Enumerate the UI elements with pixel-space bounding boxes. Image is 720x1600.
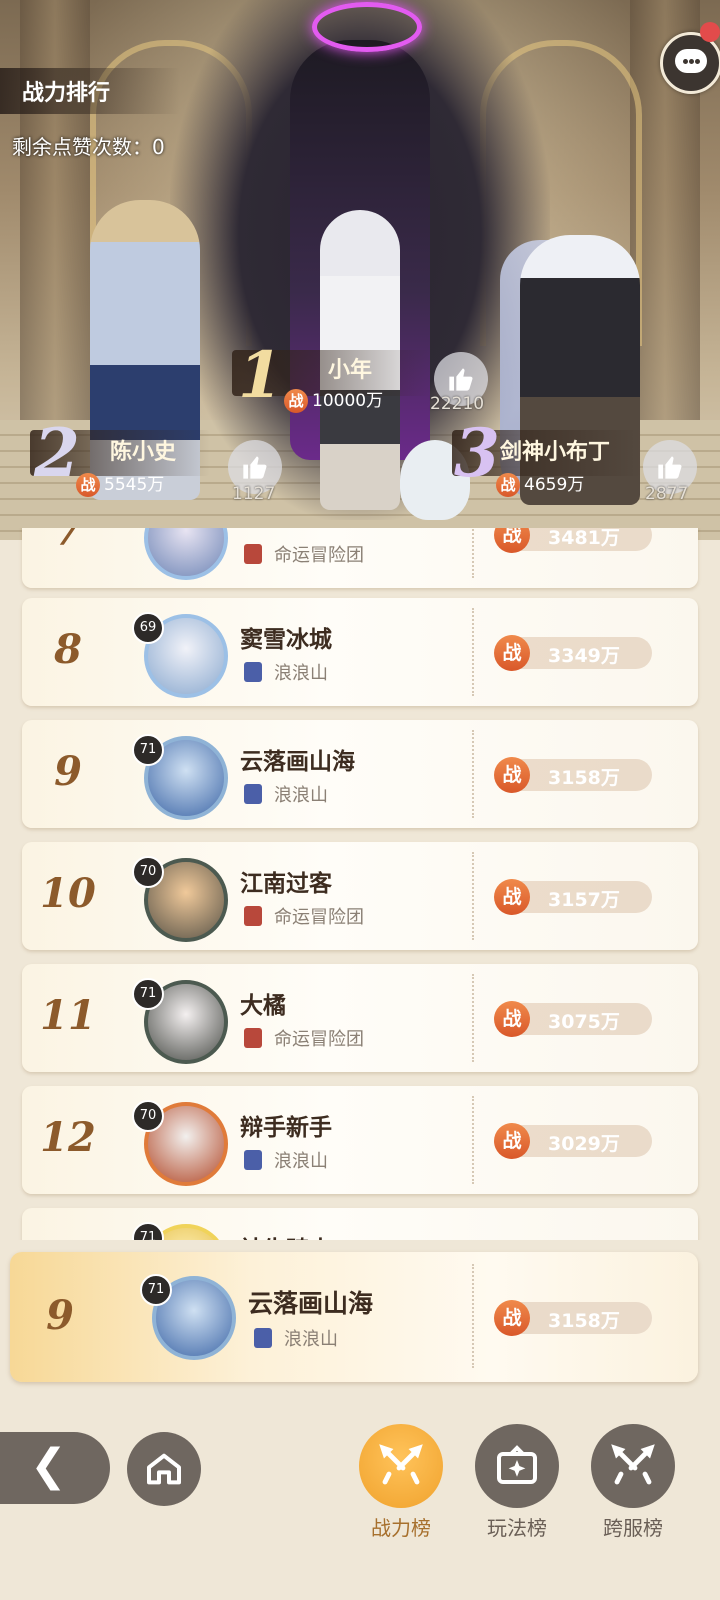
player-name: 大橘 bbox=[240, 993, 286, 1019]
crossed-swords-icon bbox=[591, 1424, 675, 1508]
zhan-icon: 战 bbox=[494, 1300, 530, 1336]
list-item[interactable]: 9 71 云落画山海 浪浪山 战 3158万 bbox=[22, 720, 698, 828]
podium-rank-1[interactable]: 1 小年 战 10000万 bbox=[232, 338, 432, 413]
power-value: 战 3481万 bbox=[494, 528, 652, 553]
list-item[interactable]: 7 命运冒险团 战 3481万 bbox=[22, 528, 698, 588]
list-item[interactable]: 13 71 社牛骑士 bbox=[22, 1208, 698, 1240]
ranking-list[interactable]: 7 命运冒险团 战 3481万 8 69 窦雪冰城 浪浪山 战 3349万 9 … bbox=[0, 528, 720, 1240]
notification-badge bbox=[700, 22, 720, 42]
power-value: 战 3158万 bbox=[494, 757, 652, 793]
rank-number: 12 bbox=[40, 1114, 96, 1161]
crossed-swords-icon bbox=[359, 1424, 443, 1508]
rank-number: 3 bbox=[454, 414, 500, 492]
tab-label: 战力榜 bbox=[371, 1516, 431, 1540]
rank-number: 11 bbox=[40, 992, 96, 1039]
tab-label: 玩法榜 bbox=[487, 1516, 547, 1540]
likes-remaining: 剩余点赞次数：0 bbox=[12, 135, 165, 159]
tab-gameplay-ranking[interactable]: 玩法榜 bbox=[474, 1424, 560, 1541]
rank-number: 2 bbox=[34, 414, 80, 492]
zhan-icon: 战 bbox=[496, 473, 520, 497]
guild-name: 浪浪山 bbox=[284, 1329, 338, 1350]
zhan-icon: 战 bbox=[494, 757, 530, 793]
power-value: 战 3158万 bbox=[494, 1300, 652, 1336]
guild-emblem-icon bbox=[244, 906, 262, 926]
guild-emblem-icon bbox=[244, 1028, 262, 1048]
guild-emblem-icon bbox=[244, 662, 262, 682]
power-value: 战 3075万 bbox=[494, 1001, 652, 1037]
player-name: 小年 bbox=[328, 358, 373, 383]
halo-icon bbox=[312, 2, 422, 52]
player-name: 窦雪冰城 bbox=[240, 627, 332, 653]
player-name: 陈小史 bbox=[110, 440, 177, 465]
list-item[interactable]: 10 70 江南过客 命运冒险团 战 3157万 bbox=[22, 842, 698, 950]
level-badge: 71 bbox=[132, 978, 164, 1010]
level-badge: 70 bbox=[132, 856, 164, 888]
player-name: 剑神小布丁 bbox=[500, 440, 611, 465]
rank-number: 9 bbox=[54, 748, 82, 795]
avatar[interactable] bbox=[144, 528, 228, 580]
player-name: 社牛骑士 bbox=[240, 1230, 332, 1240]
chevron-left-icon: ❮ bbox=[30, 1440, 67, 1491]
rank-number: 10 bbox=[40, 870, 96, 917]
frame-sparkle-icon bbox=[475, 1424, 559, 1508]
list-item[interactable]: 11 71 大橘 命运冒险团 战 3075万 bbox=[22, 964, 698, 1072]
guild-name: 命运冒险团 bbox=[274, 907, 364, 928]
guild-emblem-icon bbox=[254, 1328, 272, 1348]
podium-rank-3[interactable]: 3 剑神小布丁 战 4659万 bbox=[452, 414, 642, 497]
zhan-icon: 战 bbox=[284, 389, 308, 413]
zhan-icon: 战 bbox=[494, 528, 530, 553]
guild-emblem-icon bbox=[244, 1150, 262, 1170]
list-item[interactable]: 8 69 窦雪冰城 浪浪山 战 3349万 bbox=[22, 598, 698, 706]
zhan-icon: 战 bbox=[494, 635, 530, 671]
page-title: 战力排行 bbox=[22, 81, 111, 106]
like-count: 22210 bbox=[430, 394, 485, 414]
guild-name: 命运冒险团 bbox=[274, 545, 364, 566]
power-value: 战 3157万 bbox=[494, 879, 652, 915]
tab-cross-server-ranking[interactable]: 跨服榜 bbox=[590, 1424, 676, 1541]
my-rank-row[interactable]: 9 71 云落画山海 浪浪山 战 3158万 bbox=[10, 1252, 698, 1382]
guild-name: 浪浪山 bbox=[274, 785, 328, 806]
power-value: 战 3349万 bbox=[494, 635, 652, 671]
power-value: 战 5545万 bbox=[76, 470, 164, 497]
tab-label: 跨服榜 bbox=[603, 1516, 663, 1540]
player-name: 江南过客 bbox=[240, 871, 332, 897]
rank-number: 7 bbox=[54, 528, 82, 555]
power-value: 战 10000万 bbox=[284, 386, 383, 413]
home-icon bbox=[147, 1453, 181, 1485]
podium-rank-2[interactable]: 2 陈小史 战 5545万 bbox=[30, 414, 210, 497]
power-value: 战 4659万 bbox=[496, 470, 584, 497]
rank-number: 1 bbox=[238, 338, 283, 413]
zhan-icon: 战 bbox=[494, 879, 530, 915]
back-button[interactable]: ❮ bbox=[0, 1432, 110, 1504]
level-badge: 71 bbox=[132, 734, 164, 766]
thumbs-up-icon bbox=[449, 368, 473, 391]
thumbs-up-icon bbox=[658, 456, 682, 479]
rank-number: 9 bbox=[46, 1292, 74, 1339]
guild-emblem-icon bbox=[244, 784, 262, 804]
guild-emblem-icon bbox=[244, 544, 262, 564]
power-value: 战 3029万 bbox=[494, 1123, 652, 1159]
home-button[interactable] bbox=[127, 1432, 201, 1506]
guild-name: 浪浪山 bbox=[274, 1151, 328, 1172]
level-badge: 71 bbox=[132, 1222, 164, 1240]
like-count: 2877 bbox=[645, 484, 689, 504]
list-item[interactable]: 12 70 辩手新手 浪浪山 战 3029万 bbox=[22, 1086, 698, 1194]
guild-name: 命运冒险团 bbox=[274, 1029, 364, 1050]
level-badge: 69 bbox=[132, 612, 164, 644]
guild-name: 浪浪山 bbox=[274, 663, 328, 684]
level-badge: 71 bbox=[140, 1274, 172, 1306]
zhan-icon: 战 bbox=[494, 1123, 530, 1159]
thumbs-up-icon bbox=[243, 456, 267, 479]
player-name: 辩手新手 bbox=[240, 1115, 332, 1141]
player-name: 云落画山海 bbox=[248, 1289, 374, 1318]
like-count: 1127 bbox=[232, 484, 276, 504]
rank-number: 8 bbox=[54, 626, 82, 673]
zhan-icon: 战 bbox=[494, 1001, 530, 1037]
zhan-icon: 战 bbox=[76, 473, 100, 497]
tab-power-ranking[interactable]: 战力榜 bbox=[358, 1424, 444, 1541]
player-name: 云落画山海 bbox=[240, 749, 355, 775]
level-badge: 70 bbox=[132, 1100, 164, 1132]
rank-number: 13 bbox=[32, 1236, 104, 1240]
